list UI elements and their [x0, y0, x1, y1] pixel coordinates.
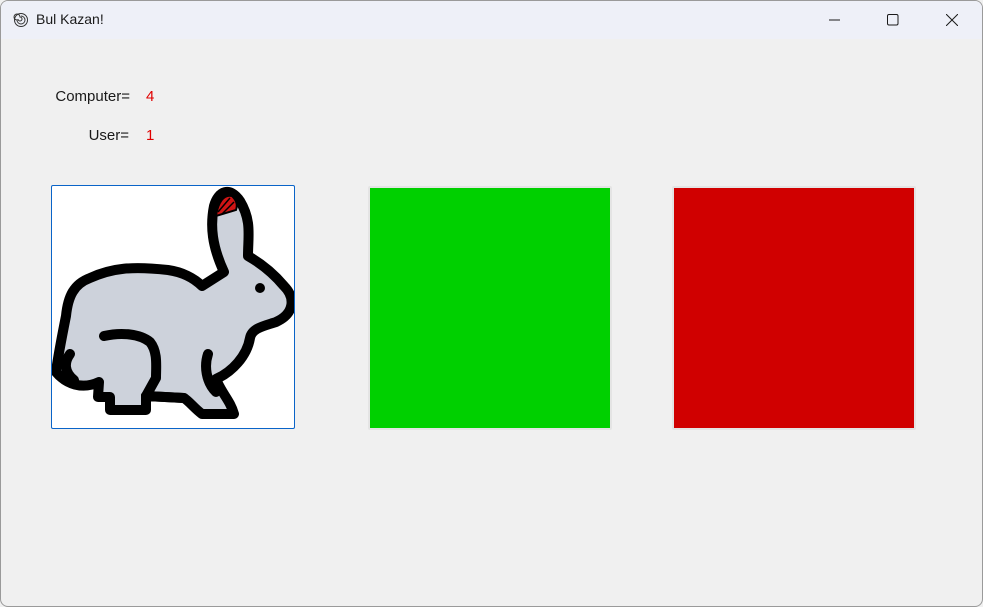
computer-score-value: 4 — [146, 88, 155, 105]
title-bar[interactable]: Bul Kazan! — [1, 1, 982, 39]
rabbit-icon — [52, 187, 294, 419]
maximize-icon — [887, 14, 899, 26]
maximize-button[interactable] — [864, 1, 922, 39]
user-score-value: 1 — [146, 127, 155, 144]
user-score-label: User= — [88, 127, 129, 144]
close-button[interactable] — [923, 1, 981, 39]
spiral-icon — [13, 12, 29, 28]
card-green[interactable] — [368, 186, 612, 430]
app-window: Bul Kazan! Computer= 4 User= 1 — [0, 0, 983, 607]
window-title: Bul Kazan! — [36, 11, 104, 27]
card-rabbit[interactable] — [51, 185, 295, 429]
computer-score-label: Computer= — [55, 88, 130, 105]
card-red[interactable] — [672, 186, 916, 430]
minimize-icon — [829, 19, 840, 21]
close-icon — [946, 14, 958, 26]
minimize-button[interactable] — [806, 1, 864, 39]
